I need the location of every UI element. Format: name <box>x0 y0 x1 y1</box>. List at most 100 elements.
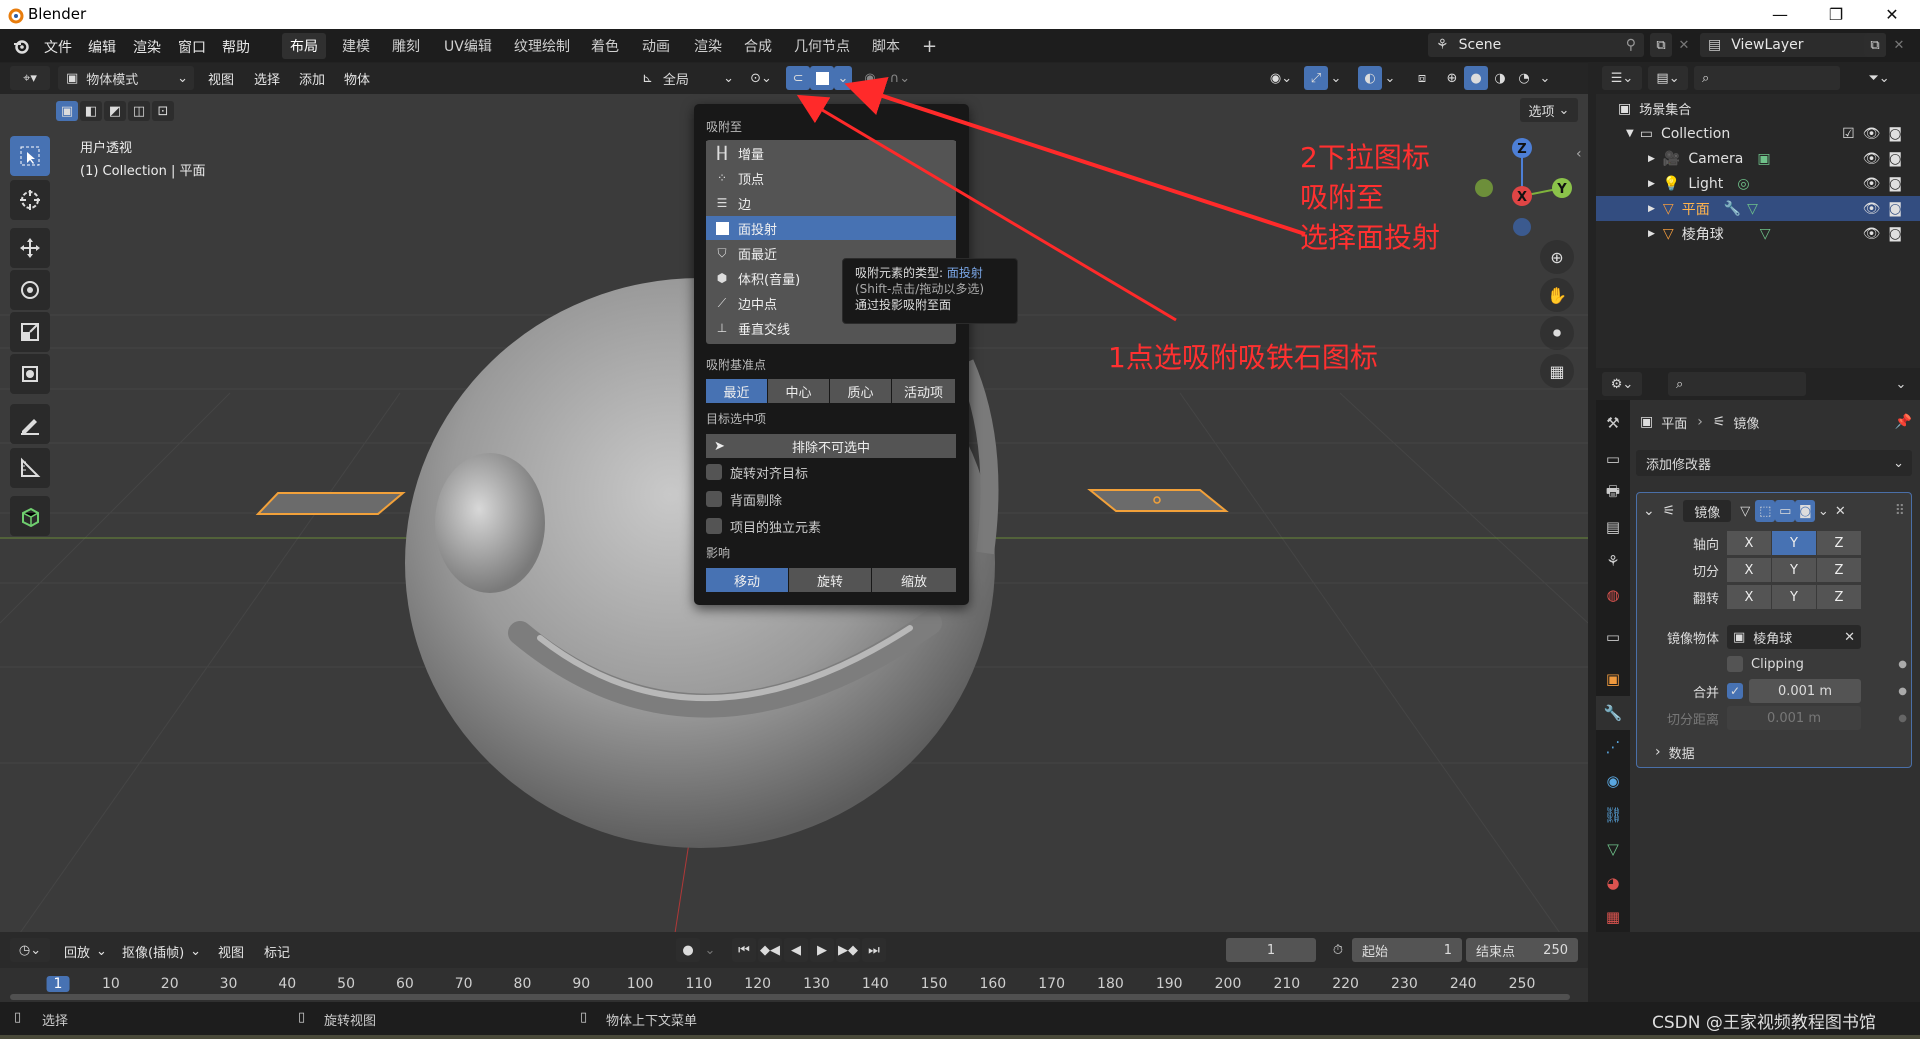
display-mode-icon[interactable]: ▤⌄ <box>1648 66 1688 90</box>
timeline-editor-icon[interactable]: ◷⌄ <box>10 938 50 962</box>
visibility-icon[interactable]: ◉⌄ <box>1262 66 1300 90</box>
row-toggles[interactable]: 👁◙ <box>1863 201 1910 217</box>
data-tab-icon[interactable]: ▽ <box>1596 832 1630 866</box>
perspective-grid-icon[interactable]: ▦ <box>1540 354 1574 388</box>
tab-modeling[interactable]: 建模 <box>334 33 378 59</box>
plane-object-left[interactable] <box>255 492 406 515</box>
menu-edit[interactable]: 编辑 <box>88 37 116 57</box>
row-toggles[interactable]: 👁◙ <box>1863 151 1910 167</box>
project-individual-checkbox[interactable]: 项目的独立元素 <box>706 515 821 537</box>
tab-sculpt[interactable]: 雕刻 <box>384 33 428 59</box>
merge-distance-field[interactable]: 0.001 m <box>1749 679 1861 703</box>
menu-render[interactable]: 渲染 <box>133 37 161 57</box>
rotate-tool-icon[interactable] <box>10 270 50 310</box>
render-camera-icon[interactable]: ◙ <box>1795 500 1816 522</box>
snap-base-active[interactable]: 活动项 <box>892 379 955 403</box>
expand-arrow-icon[interactable]: ▼ <box>1626 128 1634 139</box>
snap-base-center[interactable]: 中心 <box>768 379 829 403</box>
clipping-row[interactable]: Clipping ● <box>1727 653 1907 675</box>
menu-select[interactable]: 选择 <box>254 69 280 88</box>
outliner-row-plane[interactable]: ▶ ▽ 平面 🔧 ▽ 👁◙ <box>1596 196 1920 221</box>
jump-end-icon[interactable]: ⏭ <box>862 938 886 962</box>
bisect-x-toggle[interactable]: X <box>1727 558 1771 582</box>
delete-viewlayer-icon[interactable]: ✕ <box>1888 33 1910 57</box>
snap-item-face-project[interactable]: 面投射 <box>706 216 956 240</box>
annotate-tool-icon[interactable] <box>10 404 50 444</box>
snap-item-volume[interactable]: ⬢ 体积(音量) <box>706 266 836 290</box>
merge-checkbox[interactable]: ✓ <box>1727 683 1743 699</box>
world-tab-icon[interactable]: ◍ <box>1596 578 1630 612</box>
properties-search-input[interactable]: ⌕ <box>1668 372 1806 396</box>
scene-collection-row[interactable]: ▣ 场景集合 <box>1596 96 1920 121</box>
close-icon[interactable]: ✕ <box>1864 0 1920 29</box>
marker-menu[interactable]: 标记 <box>264 942 290 961</box>
texture-tab-icon[interactable]: ▦ <box>1596 900 1630 934</box>
chevron-down-icon[interactable]: ⌄ <box>1382 66 1398 90</box>
tab-compositing[interactable]: 合成 <box>736 33 780 59</box>
snap-item-edge-center[interactable]: ⟋ 边中点 <box>706 291 836 315</box>
snap-item-edge[interactable]: ☰ 边 <box>706 191 956 215</box>
snap-face-icon[interactable] <box>810 66 834 90</box>
axis-y-toggle[interactable]: Y <box>1772 531 1816 555</box>
scale-tool-icon[interactable] <box>10 312 50 352</box>
gizmo-neg-z-axis[interactable] <box>1513 218 1531 236</box>
keyframe-dot-icon[interactable]: ● <box>1898 659 1907 670</box>
view-layer-tab-icon[interactable]: ▤ <box>1596 510 1630 544</box>
keyframe-dot-icon[interactable]: ● <box>1898 686 1907 697</box>
remove-modifier-icon[interactable]: ✕ <box>1831 500 1849 522</box>
falloff-icon[interactable]: ∩⌄ <box>882 66 918 90</box>
delete-scene-icon[interactable]: ✕ <box>1674 33 1694 57</box>
data-subpanel[interactable]: › 数据 <box>1655 741 1855 763</box>
tab-texture-paint[interactable]: 纹理绘制 <box>506 33 578 59</box>
outliner-row-sphere[interactable]: ▶ ▽ 棱角球 ▽ 👁◙ <box>1596 221 1920 246</box>
snap-item-increment[interactable]: ┠┨ 增量 <box>706 141 956 165</box>
collection-tab-icon[interactable]: ▭ <box>1596 620 1630 654</box>
flip-z-toggle[interactable]: Z <box>1817 585 1861 609</box>
expand-arrow-icon[interactable]: ▶ <box>1648 229 1655 239</box>
affect-rotate[interactable]: 旋转 <box>789 568 871 592</box>
outliner-row-camera[interactable]: ▶ 🎥 Camera ▣ 👁◙ <box>1596 146 1920 171</box>
start-frame-field[interactable]: 起始 1 <box>1352 938 1462 962</box>
tab-scripting[interactable]: 脚本 <box>864 33 908 59</box>
editor-type-icon[interactable]: ⌖▾ <box>10 66 50 90</box>
affect-move[interactable]: 移动 <box>706 568 788 592</box>
jump-start-icon[interactable]: ⏮ <box>732 938 756 962</box>
sidebar-toggle-icon[interactable]: ‹ <box>1576 146 1582 162</box>
snap-magnet-icon[interactable]: ⊂ <box>786 66 810 90</box>
end-frame-field[interactable]: 结束点 250 <box>1466 938 1578 962</box>
row-toggles[interactable]: 👁◙ <box>1863 176 1910 192</box>
output-tab-icon[interactable]: 🖶 <box>1596 476 1630 510</box>
timeline-view-menu[interactable]: 视图 <box>218 942 244 961</box>
new-scene-icon[interactable]: ⧉ <box>1650 33 1672 57</box>
clipping-checkbox[interactable] <box>1727 656 1743 672</box>
tab-uv-editing[interactable]: UV编辑 <box>436 33 500 59</box>
outliner-row-collection[interactable]: ▼ ▭ Collection ☑👁◙ <box>1596 121 1920 146</box>
filter-icon[interactable]: ⏷⌄ <box>1860 66 1898 90</box>
add-modifier-button[interactable]: 添加修改器 ⌄ <box>1636 450 1912 476</box>
affect-scale[interactable]: 缩放 <box>872 568 956 592</box>
snap-dropdown-icon[interactable]: ⌄ <box>834 66 852 90</box>
camera-view-icon[interactable]: ⏺ <box>1540 316 1574 350</box>
play-reverse-icon[interactable]: ◀ <box>784 938 808 962</box>
outliner-row-light[interactable]: ▶ 💡 Light ◎ 👁◙ <box>1596 171 1920 196</box>
pin-icon[interactable]: ⚲ <box>1626 37 1636 53</box>
current-frame-field[interactable]: 1 <box>1226 938 1316 962</box>
scene-selector[interactable]: ⚘ Scene ⚲ <box>1428 33 1644 57</box>
transform-tool-icon[interactable] <box>10 354 50 394</box>
material-tab-icon[interactable]: ◕ <box>1596 866 1630 900</box>
pin-icon[interactable]: 📌 <box>1895 414 1912 430</box>
menu-object[interactable]: 物体 <box>344 69 370 88</box>
menu-help[interactable]: 帮助 <box>222 37 250 57</box>
expand-arrow-icon[interactable]: ▶ <box>1648 179 1655 189</box>
row-toggles[interactable]: 👁◙ <box>1863 226 1910 242</box>
maximize-icon[interactable]: ❐ <box>1808 0 1864 29</box>
transform-orientation[interactable]: ⊾ 全局 ⌄ <box>636 66 734 90</box>
blender-menu-icon[interactable] <box>12 37 30 55</box>
edit-mode-icon[interactable]: ▽ <box>1735 500 1755 522</box>
tab-geometry-nodes[interactable]: 几何节点 <box>786 33 858 59</box>
mode-selector[interactable]: ▣ 物体模式 ⌄ <box>58 66 194 90</box>
object-tab-icon[interactable]: ▣ <box>1596 662 1630 696</box>
tab-animation[interactable]: 动画 <box>634 33 678 59</box>
row-toggles[interactable]: ☑👁◙ <box>1842 126 1910 142</box>
tab-rendering[interactable]: 渲染 <box>686 33 730 59</box>
